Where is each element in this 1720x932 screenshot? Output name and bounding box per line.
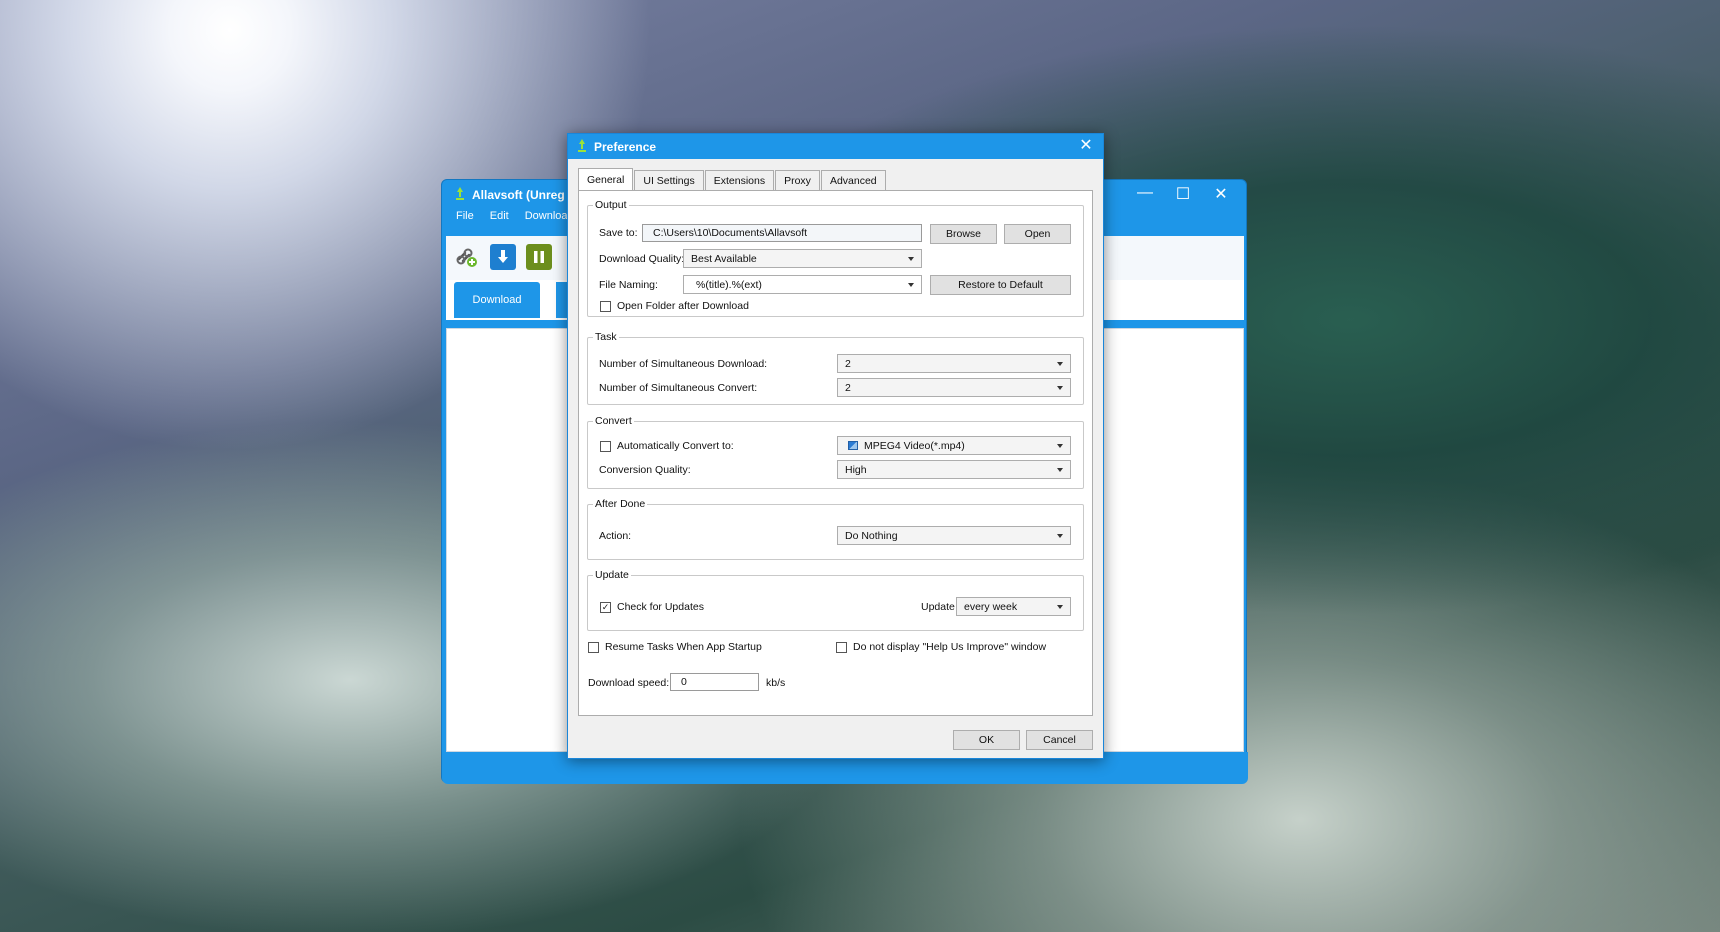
save-to-field[interactable]: C:\Users\10\Documents\Allavsoft bbox=[642, 224, 922, 242]
app-logo-icon bbox=[578, 139, 586, 152]
app-logo-icon bbox=[456, 187, 464, 200]
resume-tasks-label: Resume Tasks When App Startup bbox=[605, 641, 762, 653]
tab-extensions[interactable]: Extensions bbox=[704, 170, 775, 190]
dialog-title-bar: Preference ✕ bbox=[568, 134, 1103, 159]
chevron-down-icon bbox=[1057, 444, 1063, 448]
conversion-quality-value: High bbox=[845, 464, 867, 476]
simultaneous-convert-value: 2 bbox=[845, 382, 851, 394]
chevron-down-icon bbox=[1057, 605, 1063, 609]
check-updates-checkbox[interactable]: ✓ bbox=[600, 602, 611, 613]
check-updates-label: Check for Updates bbox=[617, 601, 704, 613]
download-quality-label: Download Quality: bbox=[599, 253, 685, 265]
menu-file[interactable]: File bbox=[456, 210, 474, 222]
preference-dialog: Preference ✕ General UI Settings Extensi… bbox=[567, 133, 1104, 759]
download-speed-input[interactable]: 0 bbox=[670, 673, 759, 691]
simultaneous-download-select[interactable]: 2 bbox=[837, 354, 1071, 373]
chevron-down-icon bbox=[1057, 386, 1063, 390]
convert-format-value: MPEG4 Video(*.mp4) bbox=[864, 440, 965, 452]
chevron-down-icon bbox=[1057, 534, 1063, 538]
open-folder-checkbox[interactable] bbox=[600, 301, 611, 312]
help-improve-checkbox[interactable] bbox=[836, 642, 847, 653]
paste-url-button[interactable] bbox=[454, 244, 480, 270]
after-done-legend: After Done bbox=[595, 498, 646, 510]
download-speed-label: Download speed: bbox=[588, 677, 670, 689]
open-folder-label: Open Folder after Download bbox=[617, 300, 749, 312]
file-naming-label: File Naming: bbox=[599, 279, 658, 291]
update-legend: Update bbox=[595, 569, 629, 581]
after-done-action-select[interactable]: Do Nothing bbox=[837, 526, 1071, 545]
auto-convert-checkbox[interactable] bbox=[600, 441, 611, 452]
open-button[interactable]: Open bbox=[1004, 224, 1071, 244]
task-legend: Task bbox=[595, 331, 617, 343]
cancel-button[interactable]: Cancel bbox=[1026, 730, 1093, 750]
dialog-close-button[interactable]: ✕ bbox=[1075, 136, 1097, 156]
file-naming-combo[interactable]: %(title).%(ext) bbox=[683, 275, 922, 294]
resume-tasks-checkbox[interactable] bbox=[588, 642, 599, 653]
tab-advanced[interactable]: Advanced bbox=[820, 170, 886, 190]
simultaneous-convert-label: Number of Simultaneous Convert: bbox=[599, 382, 758, 394]
tab-download[interactable]: Download bbox=[454, 282, 540, 318]
video-file-icon bbox=[848, 441, 858, 450]
close-button[interactable]: ✕ bbox=[1212, 184, 1230, 204]
link-add-icon bbox=[456, 248, 477, 267]
file-naming-value: %(title).%(ext) bbox=[696, 279, 762, 291]
update-interval-value: every week bbox=[964, 601, 1018, 613]
chevron-down-icon bbox=[908, 257, 914, 261]
minimize-button[interactable]: — bbox=[1136, 184, 1154, 204]
tab-proxy[interactable]: Proxy bbox=[775, 170, 820, 190]
chevron-down-icon bbox=[908, 283, 914, 287]
conversion-quality-select[interactable]: High bbox=[837, 460, 1071, 479]
ok-button[interactable]: OK bbox=[953, 730, 1020, 750]
chevron-down-icon bbox=[1057, 362, 1063, 366]
action-label: Action: bbox=[599, 530, 632, 542]
convert-legend: Convert bbox=[595, 415, 632, 427]
download-speed-unit: kb/s bbox=[766, 677, 786, 689]
download-button[interactable] bbox=[490, 244, 516, 270]
menu-edit[interactable]: Edit bbox=[490, 210, 509, 222]
restore-default-button[interactable]: Restore to Default bbox=[930, 275, 1071, 295]
convert-format-select[interactable]: MPEG4 Video(*.mp4) bbox=[837, 436, 1071, 455]
chevron-down-icon bbox=[1057, 468, 1063, 472]
conversion-quality-label: Conversion Quality: bbox=[599, 464, 691, 476]
app-window-controls: — ☐ ✕ bbox=[1136, 184, 1230, 204]
download-quality-value: Best Available bbox=[691, 253, 757, 265]
simultaneous-download-label: Number of Simultaneous Download: bbox=[599, 358, 768, 370]
simultaneous-convert-select[interactable]: 2 bbox=[837, 378, 1071, 397]
update-interval-select[interactable]: every week bbox=[956, 597, 1071, 616]
auto-convert-label: Automatically Convert to: bbox=[617, 440, 734, 452]
simultaneous-download-value: 2 bbox=[845, 358, 851, 370]
general-tab-panel: Output Save to: C:\Users\10\Documents\Al… bbox=[578, 190, 1093, 716]
tab-general[interactable]: General bbox=[578, 168, 634, 190]
download-quality-select[interactable]: Best Available bbox=[683, 249, 922, 268]
tab-ui-settings[interactable]: UI Settings bbox=[634, 170, 704, 190]
dialog-tab-strip: General UI Settings Extensions Proxy Adv… bbox=[578, 168, 887, 190]
output-legend: Output bbox=[595, 199, 627, 211]
download-arrow-icon bbox=[498, 250, 508, 263]
update-interval-label: Update bbox=[921, 601, 955, 613]
pause-icon bbox=[534, 251, 544, 263]
app-menu-bar: File Edit Download bbox=[456, 210, 574, 222]
browse-button[interactable]: Browse bbox=[930, 224, 997, 244]
save-to-label: Save to: bbox=[599, 227, 638, 239]
dialog-title: Preference bbox=[594, 140, 657, 154]
help-improve-label: Do not display "Help Us Improve" window bbox=[853, 641, 1047, 653]
pause-button[interactable] bbox=[526, 244, 552, 270]
app-title: Allavsoft (Unreg bbox=[472, 188, 565, 202]
maximize-button[interactable]: ☐ bbox=[1174, 184, 1192, 204]
after-done-action-value: Do Nothing bbox=[845, 530, 898, 542]
